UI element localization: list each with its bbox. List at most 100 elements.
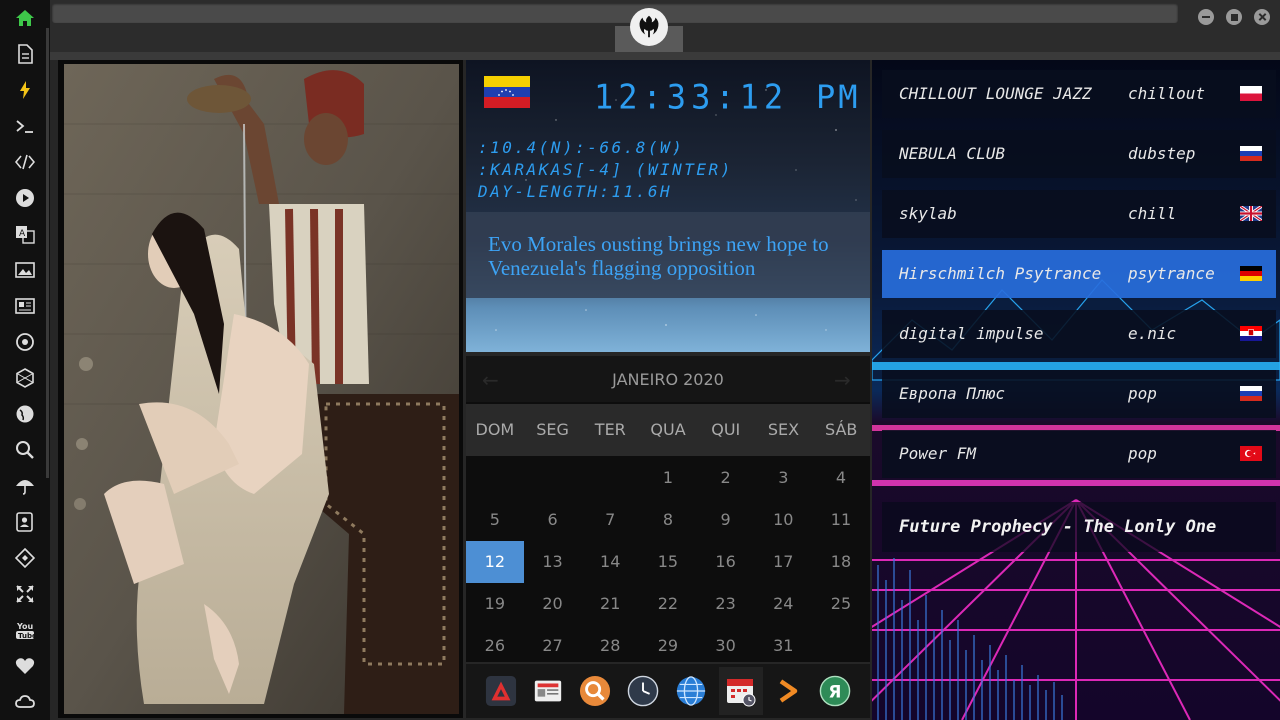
station-genre: chillout	[1128, 84, 1206, 103]
news-headline[interactable]: Evo Morales ousting brings new hope to V…	[488, 232, 858, 280]
calendar-day[interactable]: 13	[524, 541, 582, 583]
calendar-day[interactable]: 9	[697, 499, 755, 541]
calendar-day[interactable]: 16	[697, 541, 755, 583]
calendar-day[interactable]: 3	[754, 457, 812, 499]
radio-panel: CHILLOUT LOUNGE JAZZ chillout NEBULA CLUB d…	[872, 60, 1280, 720]
calendar-day[interactable]: 8	[639, 499, 697, 541]
calendar-day[interactable]: 20	[524, 583, 582, 625]
translate-icon[interactable]: A	[13, 222, 37, 246]
next-month-icon[interactable]: →	[834, 368, 851, 392]
calendar-week-row: 19 20 21 22 23 24 25	[466, 583, 870, 625]
germany-flag	[1240, 266, 1262, 281]
close-icon[interactable]	[1254, 9, 1270, 25]
calendar-app-icon[interactable]	[719, 667, 763, 715]
news-app-icon[interactable]	[531, 674, 565, 708]
youtube-icon[interactable]: You Tube	[13, 618, 37, 642]
contacts-icon[interactable]	[13, 510, 37, 534]
calendar-day[interactable]: 27	[524, 625, 582, 667]
code-icon[interactable]	[13, 150, 37, 174]
address-field[interactable]	[52, 3, 1178, 23]
calendar-day[interactable]: 4	[812, 457, 870, 499]
calendar-day[interactable]: 22	[639, 583, 697, 625]
weekday-label: QUA	[650, 420, 686, 439]
radio-station-row[interactable]: CHILLOUT LOUNGE JAZZ chillout	[882, 70, 1276, 118]
settings-icon[interactable]	[13, 330, 37, 354]
play-icon[interactable]	[13, 186, 37, 210]
calendar-header: ← JANEIRO 2020 →	[466, 356, 870, 402]
calendar-day[interactable]: 28	[581, 625, 639, 667]
calendar-day[interactable]: 24	[754, 583, 812, 625]
plugin-icon[interactable]	[13, 546, 37, 570]
calendar-day[interactable]: 23	[697, 583, 755, 625]
terminal-icon[interactable]	[13, 114, 37, 138]
document-icon[interactable]	[13, 42, 37, 66]
search-icon[interactable]	[13, 438, 37, 462]
expand-icon[interactable]	[13, 582, 37, 606]
calendar-day	[524, 457, 582, 499]
image-icon[interactable]	[13, 258, 37, 282]
weekday-label: DOM	[475, 420, 515, 439]
heart-icon[interactable]	[13, 654, 37, 678]
play-arrow-icon[interactable]	[771, 674, 805, 708]
calendar-day[interactable]: 11	[812, 499, 870, 541]
radio-station-row[interactable]: digital impulse e.nic	[882, 310, 1276, 358]
clock-app-icon[interactable]	[626, 674, 660, 708]
calendar-day[interactable]: 14	[581, 541, 639, 583]
station-name: Power FM	[899, 444, 977, 463]
news-card[interactable]: Evo Morales ousting brings new hope to V…	[466, 212, 870, 298]
calendar-day[interactable]: 10	[754, 499, 812, 541]
weekday-label: TER	[594, 420, 626, 439]
radio-station-row[interactable]: skylab chill	[882, 190, 1276, 238]
calendar-day[interactable]: 6	[524, 499, 582, 541]
hexagon-icon[interactable]	[13, 366, 37, 390]
station-name: digital impulse	[899, 324, 1044, 343]
calendar-day[interactable]: 21	[581, 583, 639, 625]
yandex-icon[interactable]: Я	[818, 674, 852, 708]
clock-day-length: DAY-LENGTH:11.6H	[478, 182, 673, 201]
calendar-day[interactable]: 29	[639, 625, 697, 667]
calendar-day[interactable]: 7	[581, 499, 639, 541]
globe-icon[interactable]	[13, 402, 37, 426]
browser-globe-icon[interactable]	[674, 674, 708, 708]
calendar-day[interactable]: 25	[812, 583, 870, 625]
calendar-day	[466, 457, 524, 499]
radio-station-row[interactable]: NEBULA CLUB dubstep	[882, 130, 1276, 178]
calendar-day[interactable]: 2	[697, 457, 755, 499]
minimize-icon[interactable]	[1198, 9, 1214, 25]
calendar-day[interactable]: 19	[466, 583, 524, 625]
calendar-day[interactable]: 5	[466, 499, 524, 541]
umbrella-icon[interactable]	[13, 474, 37, 498]
maximize-icon[interactable]	[1226, 9, 1242, 25]
newspaper-icon[interactable]	[13, 294, 37, 318]
title-bar	[50, 0, 1280, 52]
turkey-flag	[1240, 446, 1262, 461]
calendar-day	[581, 457, 639, 499]
calendar-day[interactable]: 1	[639, 457, 697, 499]
clock-coordinates: :10.4(N):-66.8(W)	[478, 138, 685, 157]
uk-flag	[1239, 204, 1263, 223]
svg-text:You: You	[16, 622, 34, 631]
search-app-icon[interactable]	[578, 674, 612, 708]
home-icon[interactable]	[13, 6, 37, 30]
calendar-day[interactable]: 26	[466, 625, 524, 667]
radio-station-row[interactable]: Европа Плюс pop	[882, 370, 1276, 418]
calendar-day[interactable]: 31	[754, 625, 812, 667]
calendar-day[interactable]: 15	[639, 541, 697, 583]
sidebar-scrollbar[interactable]	[46, 28, 49, 478]
calendar-week-row: 26 27 28 29 30 31	[466, 625, 870, 667]
clock-time: 12:33:12	[594, 77, 789, 117]
weekday-label: SÁB	[824, 420, 858, 439]
clock-widget: 12:33:12 PM :10.4(N):-66.8(W) :KARAKAS[-…	[466, 60, 870, 352]
wallpaper-photo	[64, 64, 459, 714]
station-genre: psytrance	[1128, 264, 1215, 283]
calendar-today[interactable]: 12	[466, 541, 524, 583]
bolt-icon[interactable]	[13, 78, 37, 102]
calendar-day[interactable]: 18	[812, 541, 870, 583]
cloud-icon[interactable]	[13, 690, 37, 714]
radio-station-row[interactable]: Power FM pop	[882, 430, 1276, 478]
app-launcher-icon[interactable]	[484, 674, 518, 708]
calendar-day[interactable]: 17	[754, 541, 812, 583]
radio-station-row[interactable]: Hirschmilch Psytrance psytrance	[882, 250, 1276, 298]
calendar-day[interactable]: 30	[697, 625, 755, 667]
station-name: NEBULA CLUB	[899, 144, 1005, 163]
